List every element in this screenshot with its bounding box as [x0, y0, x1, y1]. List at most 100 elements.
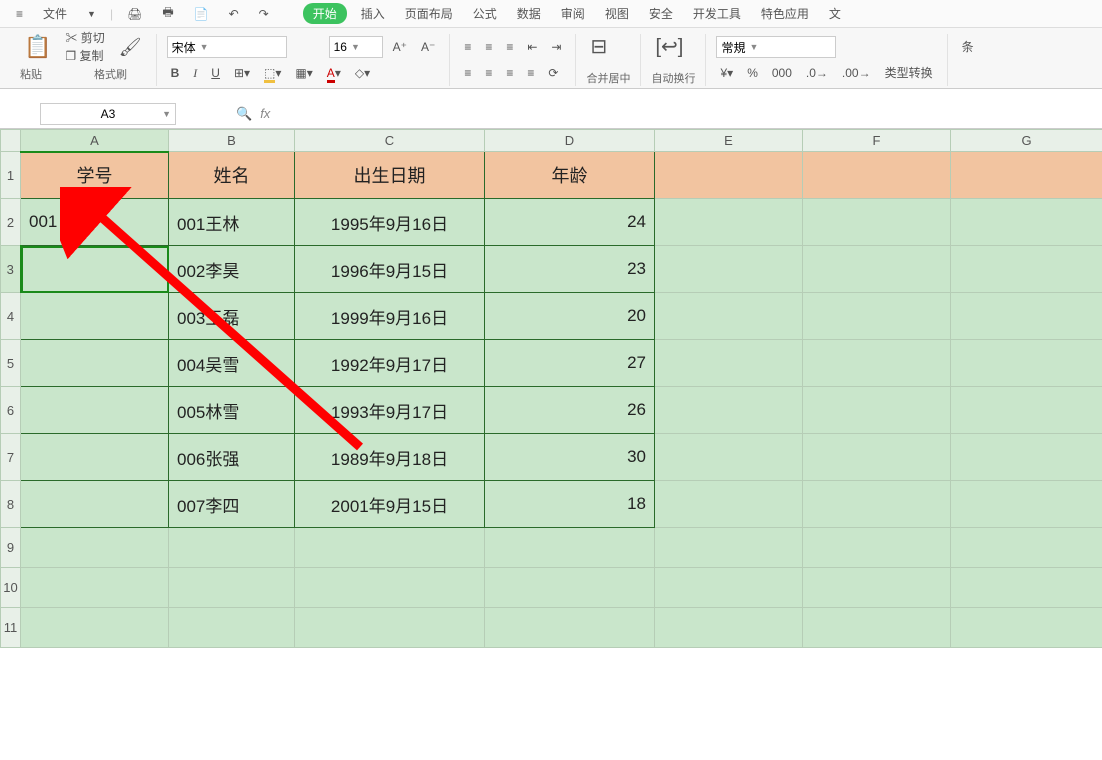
cell-b8[interactable]: 007李四 — [169, 481, 295, 528]
dec-decrease-icon[interactable]: .00→ — [838, 65, 875, 81]
align-left-icon[interactable]: ≡ — [460, 65, 475, 81]
file-dropdown-icon[interactable]: ▼ — [81, 7, 102, 21]
cell-c10[interactable] — [295, 568, 485, 608]
row-header-5[interactable]: 5 — [1, 340, 21, 387]
cell-e7[interactable] — [655, 434, 803, 481]
select-all-corner[interactable] — [1, 130, 21, 152]
cell-f8[interactable] — [803, 481, 951, 528]
percent-icon[interactable]: % — [743, 65, 762, 81]
cell-c2[interactable]: 1995年9月16日 — [295, 199, 485, 246]
col-header-e[interactable]: E — [655, 130, 803, 152]
cell-b4[interactable]: 003王磊 — [169, 293, 295, 340]
cell-d7[interactable]: 30 — [485, 434, 655, 481]
row-header-9[interactable]: 9 — [1, 528, 21, 568]
cell-a4[interactable] — [21, 293, 169, 340]
cell-d1[interactable]: 年龄 — [485, 152, 655, 199]
menu-icon[interactable]: ≡ — [10, 5, 29, 23]
cell-b7[interactable]: 006张强 — [169, 434, 295, 481]
cut-button[interactable]: ✂ 剪切 — [61, 30, 108, 46]
tab-more[interactable]: 文 — [823, 3, 847, 24]
increase-font-icon[interactable]: A⁺ — [389, 39, 411, 55]
cell-b3[interactable]: 002李昊 — [169, 246, 295, 293]
cell-g8[interactable] — [951, 481, 1102, 528]
cell-d10[interactable] — [485, 568, 655, 608]
cell-g3[interactable] — [951, 246, 1102, 293]
cell-c11[interactable] — [295, 608, 485, 648]
decrease-font-icon[interactable]: A⁻ — [417, 39, 439, 55]
cell-d3[interactable]: 23 — [485, 246, 655, 293]
cell-a9[interactable] — [21, 528, 169, 568]
cell-f10[interactable] — [803, 568, 951, 608]
tab-insert[interactable]: 插入 — [355, 3, 391, 24]
cell-c9[interactable] — [295, 528, 485, 568]
col-header-a[interactable]: A — [21, 130, 169, 152]
cell-a6[interactable] — [21, 387, 169, 434]
cell-e1[interactable] — [655, 152, 803, 199]
cell-f5[interactable] — [803, 340, 951, 387]
col-header-f[interactable]: F — [803, 130, 951, 152]
cell-f3[interactable] — [803, 246, 951, 293]
col-header-g[interactable]: G — [951, 130, 1102, 152]
orientation-icon[interactable]: ⟳ — [544, 65, 562, 81]
cell-g6[interactable] — [951, 387, 1102, 434]
preview-icon[interactable]: 📄 — [188, 5, 215, 23]
cell-d4[interactable]: 20 — [485, 293, 655, 340]
cell-b2[interactable]: 001王林 — [169, 199, 295, 246]
cell-f4[interactable] — [803, 293, 951, 340]
cell-f2[interactable] — [803, 199, 951, 246]
cell-e2[interactable] — [655, 199, 803, 246]
cell-a2[interactable]: 001 — [21, 199, 169, 246]
tab-special[interactable]: 特色应用 — [755, 3, 815, 24]
cell-g7[interactable] — [951, 434, 1102, 481]
row-header-8[interactable]: 8 — [1, 481, 21, 528]
cell-e4[interactable] — [655, 293, 803, 340]
cell-c1[interactable]: 出生日期 — [295, 152, 485, 199]
cell-d2[interactable]: 24 — [485, 199, 655, 246]
cell-f11[interactable] — [803, 608, 951, 648]
print-icon[interactable]: 🖶 — [156, 1, 179, 26]
cell-a5[interactable] — [21, 340, 169, 387]
tab-start[interactable]: 开始 — [303, 3, 347, 24]
cell-g2[interactable] — [951, 199, 1102, 246]
font-size-select[interactable]: 16▼ — [329, 36, 383, 58]
align-bottom-icon[interactable]: ≡ — [502, 39, 517, 55]
cell-c8[interactable]: 2001年9月15日 — [295, 481, 485, 528]
tab-review[interactable]: 审阅 — [555, 3, 591, 24]
indent-inc-icon[interactable]: ⇥ — [547, 39, 565, 55]
row-header-4[interactable]: 4 — [1, 293, 21, 340]
format-painter-icon[interactable]: 🖌 — [115, 36, 146, 58]
col-header-b[interactable]: B — [169, 130, 295, 152]
font-color-button[interactable]: A▾ — [323, 65, 345, 81]
tab-security[interactable]: 安全 — [643, 3, 679, 24]
cell-a8[interactable] — [21, 481, 169, 528]
font-name-select[interactable]: 宋体▼ — [167, 36, 287, 58]
col-header-d[interactable]: D — [485, 130, 655, 152]
cell-b11[interactable] — [169, 608, 295, 648]
cell-g9[interactable] — [951, 528, 1102, 568]
paste-icon[interactable]: 📋 — [20, 34, 55, 60]
cell-b10[interactable] — [169, 568, 295, 608]
row-header-2[interactable]: 2 — [1, 199, 21, 246]
bold-button[interactable]: B — [167, 65, 184, 81]
row-header-11[interactable]: 11 — [1, 608, 21, 648]
file-menu[interactable]: 文件 — [37, 3, 73, 24]
tab-developer[interactable]: 开发工具 — [687, 3, 747, 24]
row-header-6[interactable]: 6 — [1, 387, 21, 434]
cell-e5[interactable] — [655, 340, 803, 387]
cell-b1[interactable]: 姓名 — [169, 152, 295, 199]
row-header-3[interactable]: 3 — [1, 246, 21, 293]
align-middle-icon[interactable]: ≡ — [481, 39, 496, 55]
cell-style-button[interactable]: ▦▾ — [291, 65, 316, 81]
cell-c6[interactable]: 1993年9月17日 — [295, 387, 485, 434]
number-format-select[interactable]: 常規▼ — [716, 36, 836, 58]
name-box[interactable]: A3 ▼ — [40, 103, 176, 125]
cell-e10[interactable] — [655, 568, 803, 608]
redo-icon[interactable]: ↷ — [253, 5, 275, 23]
cell-g5[interactable] — [951, 340, 1102, 387]
cell-f9[interactable] — [803, 528, 951, 568]
indent-dec-icon[interactable]: ⇤ — [523, 39, 541, 55]
cell-a10[interactable] — [21, 568, 169, 608]
name-box-dropdown-icon[interactable]: ▼ — [162, 109, 171, 119]
cell-d6[interactable]: 26 — [485, 387, 655, 434]
tab-view[interactable]: 视图 — [599, 3, 635, 24]
